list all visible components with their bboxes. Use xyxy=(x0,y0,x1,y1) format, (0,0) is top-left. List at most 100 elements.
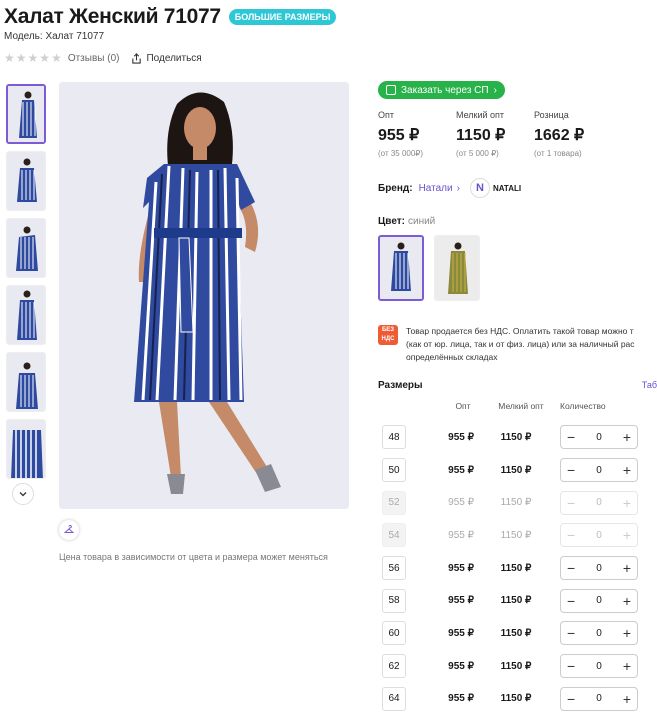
size-label: 52 xyxy=(382,490,406,515)
size-label: 60 xyxy=(382,621,406,646)
minus-icon[interactable]: − xyxy=(567,561,575,575)
minus-icon[interactable]: − xyxy=(567,659,575,673)
quantity-value: 0 xyxy=(596,497,602,509)
model-label: Модель: Халат 71077 xyxy=(4,31,105,42)
reviews-link[interactable]: Отзывы (0) xyxy=(68,53,120,64)
quantity-stepper[interactable]: − 0 + xyxy=(560,458,638,483)
minus-icon[interactable]: − xyxy=(567,594,575,608)
quantity-value[interactable]: 0 xyxy=(596,563,602,574)
price-condition: (от 1 товара) xyxy=(534,149,582,158)
minus-icon[interactable]: − xyxy=(567,463,575,477)
title-row: Халат Женский 71077 БОЛЬШИЕ РАЗМЕРЫ xyxy=(4,5,337,29)
quantity-value[interactable]: 0 xyxy=(596,661,602,672)
thumbs-scroll-down-button[interactable] xyxy=(12,483,34,505)
share-icon xyxy=(132,52,142,64)
size-row: 60 955 ₽ 1150 ₽ − 0 + xyxy=(378,617,657,650)
size-label: 58 xyxy=(382,588,406,613)
hanger-icon xyxy=(64,525,74,533)
price-note: Цена товара в зависимости от цвета и раз… xyxy=(59,552,328,562)
minus-icon[interactable]: − xyxy=(567,626,575,640)
plus-icon[interactable]: + xyxy=(623,430,631,444)
sizes-title: Размеры xyxy=(378,380,423,391)
size-opt-price: 955 ₽ xyxy=(448,529,474,541)
price-label: Мелкий опт xyxy=(456,110,505,120)
quantity-stepper[interactable]: − 0 + xyxy=(560,654,638,679)
nds-line: определённых складах xyxy=(406,352,498,362)
plus-icon[interactable]: + xyxy=(623,659,631,673)
size-small-price: 1150 ₽ xyxy=(500,529,532,541)
plus-icon[interactable]: + xyxy=(623,463,631,477)
quantity-stepper[interactable]: − 0 + xyxy=(560,425,638,450)
color-swatch-green[interactable] xyxy=(434,235,480,301)
size-row: 52 955 ₽ 1150 ₽ − 0 + xyxy=(378,486,657,519)
quantity-value[interactable]: 0 xyxy=(596,693,602,704)
quantity-stepper: − 0 + xyxy=(560,523,638,548)
brand-logo-icon[interactable]: N xyxy=(469,178,490,198)
color-swatch-blue[interactable] xyxy=(378,235,424,301)
rating-stars: ★ ★ ★ ★ ★ xyxy=(4,52,62,64)
quantity-stepper[interactable]: − 0 + xyxy=(560,686,638,711)
quantity-stepper[interactable]: − 0 + xyxy=(560,588,638,613)
star-icon: ★ xyxy=(15,51,27,65)
thumbnail[interactable] xyxy=(6,151,46,211)
brand-row: Бренд: Натали › N NATALI xyxy=(378,178,657,198)
quantity-value[interactable]: 0 xyxy=(596,628,602,639)
price-retail: Розница 1662 ₽ (от 1 товара) xyxy=(534,110,612,158)
chevron-right-icon: › xyxy=(456,182,460,194)
plus-icon[interactable]: + xyxy=(623,626,631,640)
size-row: 58 955 ₽ 1150 ₽ − 0 + xyxy=(378,584,657,617)
quantity-stepper: − 0 + xyxy=(560,490,638,515)
thumbnail[interactable] xyxy=(6,352,46,412)
size-opt-price: 955 ₽ xyxy=(448,693,474,705)
quantity-value[interactable]: 0 xyxy=(596,465,602,476)
size-row: 50 955 ₽ 1150 ₽ − 0 + xyxy=(378,454,657,487)
color-row: Цвет: синий xyxy=(378,216,657,227)
sizes-header: Размеры Таб xyxy=(378,380,657,391)
thumbnail[interactable] xyxy=(6,419,46,479)
star-icon: ★ xyxy=(4,51,15,65)
try-on-button[interactable] xyxy=(59,520,79,540)
thumbnail[interactable] xyxy=(6,84,46,144)
price-condition: (от 35 000₽) xyxy=(378,149,424,158)
quantity-value[interactable]: 0 xyxy=(596,595,602,606)
size-opt-price: 955 ₽ xyxy=(448,464,474,476)
price-table: Опт 955 ₽ (от 35 000₽) Мелкий опт 1150 ₽… xyxy=(378,110,657,158)
thumbnail[interactable] xyxy=(6,285,46,345)
size-table-link[interactable]: Таб xyxy=(642,380,657,391)
brand-logo-text: NATALI xyxy=(492,183,522,193)
quantity-stepper[interactable]: − 0 + xyxy=(560,556,638,581)
main-product-image[interactable] xyxy=(59,82,349,509)
cart-icon xyxy=(386,85,396,95)
color-swatches xyxy=(378,235,657,301)
order-label: Заказать через СП xyxy=(401,84,489,96)
plus-icon[interactable]: + xyxy=(623,561,631,575)
product-info: Заказать через СП › Опт 955 ₽ (от 35 000… xyxy=(378,81,657,715)
share-button[interactable]: Поделиться xyxy=(131,52,202,64)
price-condition: (от 5 000 ₽) xyxy=(456,149,499,158)
star-icon: ★ xyxy=(39,51,51,65)
size-small-price: 1150 ₽ xyxy=(500,660,532,672)
price-value: 955 ₽ xyxy=(378,127,420,144)
minus-icon[interactable]: − xyxy=(567,692,575,706)
minus-icon[interactable]: − xyxy=(567,430,575,444)
size-row: 64 955 ₽ 1150 ₽ − 0 + xyxy=(378,683,657,716)
order-sp-button[interactable]: Заказать через СП › xyxy=(378,81,505,99)
quantity-value[interactable]: 0 xyxy=(596,432,602,443)
nds-line: Товар продается без НДС. Оплатить такой … xyxy=(406,326,634,336)
nds-notice: БЕЗ НДС Товар продается без НДС. Оплатит… xyxy=(378,325,657,364)
size-label: 64 xyxy=(382,686,406,711)
nds-text: Товар продается без НДС. Оплатить такой … xyxy=(406,325,657,364)
nds-line: (как от юр. лица, так и от физ. лица) ил… xyxy=(406,339,635,349)
plus-icon[interactable]: + xyxy=(623,692,631,706)
plus-icon: + xyxy=(622,527,631,544)
sizes-table: 48 955 ₽ 1150 ₽ − 0 +50 955 ₽ 1150 ₽ − 0 +52 955 ₽ 1… xyxy=(378,421,657,715)
thumbnail[interactable] xyxy=(6,218,46,278)
plus-icon[interactable]: + xyxy=(623,594,631,608)
price-value: 1662 ₽ xyxy=(534,127,585,144)
quantity-stepper[interactable]: − 0 + xyxy=(560,621,638,646)
size-opt-price: 955 ₽ xyxy=(448,660,474,672)
brand-link[interactable]: Натали xyxy=(419,183,453,194)
size-small-price: 1150 ₽ xyxy=(500,431,532,443)
minus-icon: − xyxy=(567,527,576,544)
share-label: Поделиться xyxy=(146,52,202,64)
